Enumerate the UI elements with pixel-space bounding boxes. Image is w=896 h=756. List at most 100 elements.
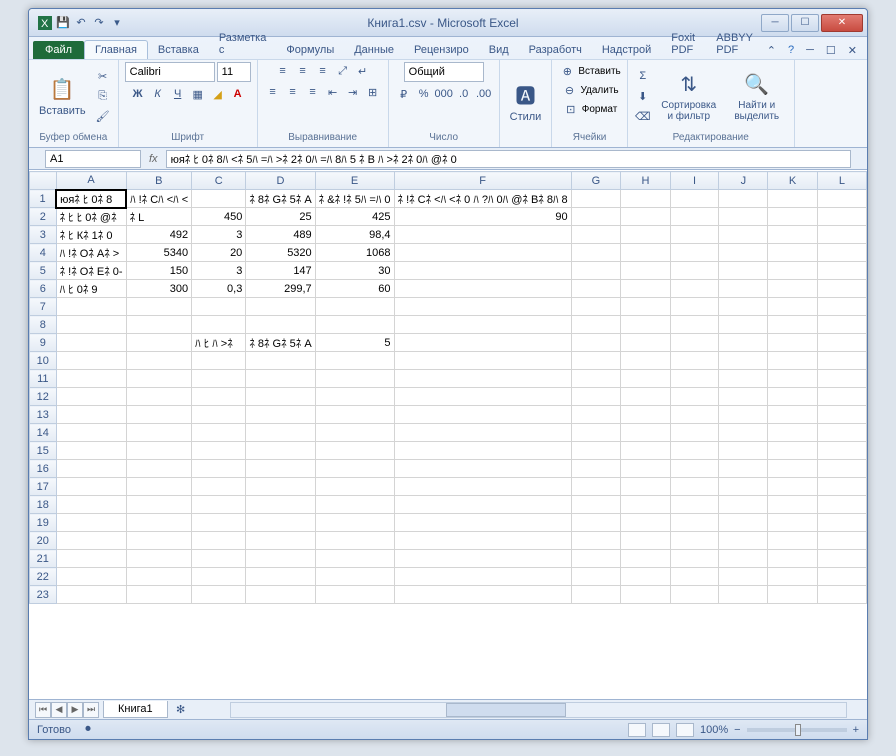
minimize-button[interactable]: ─ [761,14,789,32]
cell-K23[interactable] [768,586,817,604]
cell-J8[interactable] [719,316,768,334]
cell-K13[interactable] [768,406,817,424]
cell-A20[interactable] [56,532,126,550]
cell-K17[interactable] [768,478,817,496]
cell-A3[interactable]: ﾈ ﾋ Кﾈ 1ﾈ 0 [56,226,126,244]
cell-B9[interactable] [126,334,192,352]
cell-J12[interactable] [719,388,768,406]
cell-H17[interactable] [621,478,670,496]
cell-D12[interactable] [246,388,315,406]
cell-A13[interactable] [56,406,126,424]
cell-D19[interactable] [246,514,315,532]
cell-G22[interactable] [571,568,621,586]
worksheet-grid[interactable]: ABCDEFGHIJKL1юяﾈ ﾋ 0ﾈ 8ﾊ !ﾈ Сﾊ <ﾊ <ﾈ 8ﾈ … [29,171,867,699]
cell-K14[interactable] [768,424,817,442]
cell-K11[interactable] [768,370,817,388]
cell-I8[interactable] [670,316,719,334]
cell-I9[interactable] [670,334,719,352]
cell-L15[interactable] [817,442,866,460]
cell-A21[interactable] [56,550,126,568]
qat-more-icon[interactable]: ▾ [109,15,125,31]
cell-K3[interactable] [768,226,817,244]
cell-I22[interactable] [670,568,719,586]
sheet-nav-prev[interactable]: ◀ [51,702,67,718]
cell-H16[interactable] [621,460,670,478]
cell-F14[interactable] [394,424,571,442]
indent-dec-icon[interactable]: ⇤ [324,83,342,101]
cell-D4[interactable]: 5320 [246,244,315,262]
tab-foxit[interactable]: Foxit PDF [661,29,706,59]
cut-icon[interactable]: ✂ [94,67,112,85]
cell-K9[interactable] [768,334,817,352]
row-header-8[interactable]: 8 [30,316,57,334]
undo-icon[interactable]: ↶ [73,15,89,31]
cell-F2[interactable]: 90 [394,208,571,226]
zoom-out-icon[interactable]: − [734,724,740,736]
cell-I7[interactable] [670,298,719,316]
cell-G16[interactable] [571,460,621,478]
name-box[interactable]: A1 [45,150,141,168]
cell-J7[interactable] [719,298,768,316]
cell-F11[interactable] [394,370,571,388]
cell-A12[interactable] [56,388,126,406]
col-header-D[interactable]: D [246,172,315,190]
cell-G19[interactable] [571,514,621,532]
currency-icon[interactable]: ₽ [395,85,413,103]
cell-F18[interactable] [394,496,571,514]
tab-dev[interactable]: Разработч [519,41,592,59]
align-center-icon[interactable]: ≡ [284,83,302,101]
cell-L21[interactable] [817,550,866,568]
cell-G7[interactable] [571,298,621,316]
cell-J15[interactable] [719,442,768,460]
cell-J20[interactable] [719,532,768,550]
sheet-tab[interactable]: Книга1 [103,701,168,718]
cell-D9[interactable]: ﾈ 8ﾈ Gﾈ 5ﾈ A [246,334,315,352]
cell-H23[interactable] [621,586,670,604]
cell-D13[interactable] [246,406,315,424]
cell-G5[interactable] [571,262,621,280]
cell-B5[interactable]: 150 [126,262,192,280]
bold-button[interactable]: Ж [129,85,147,103]
doc-min-icon[interactable]: ─ [802,42,818,59]
cell-C5[interactable]: 3 [192,262,246,280]
insert-cells-icon[interactable]: ⊕ [558,62,576,80]
cell-K4[interactable] [768,244,817,262]
cell-J22[interactable] [719,568,768,586]
cell-H9[interactable] [621,334,670,352]
cell-E17[interactable] [315,478,394,496]
cell-C11[interactable] [192,370,246,388]
cell-K22[interactable] [768,568,817,586]
cell-A4[interactable]: ﾊ !ﾈ Оﾈ Aﾈ > [56,244,126,262]
cell-J21[interactable] [719,550,768,568]
tab-addins[interactable]: Надстрой [592,41,661,59]
row-header-12[interactable]: 12 [30,388,57,406]
col-header-F[interactable]: F [394,172,571,190]
cell-J2[interactable] [719,208,768,226]
cell-J11[interactable] [719,370,768,388]
cell-H19[interactable] [621,514,670,532]
cell-F10[interactable] [394,352,571,370]
styles-button[interactable]: 🅰 Стили [506,79,546,125]
cell-J23[interactable] [719,586,768,604]
cell-G23[interactable] [571,586,621,604]
cell-I6[interactable] [670,280,719,298]
cell-A2[interactable]: ﾈ ﾋ ﾋ 0ﾈ @ﾈ [56,208,126,226]
cell-H15[interactable] [621,442,670,460]
cell-C20[interactable] [192,532,246,550]
find-select-button[interactable]: 🔍 Найти и выделить [726,68,788,124]
row-header-7[interactable]: 7 [30,298,57,316]
cell-C21[interactable] [192,550,246,568]
cell-L16[interactable] [817,460,866,478]
cell-K20[interactable] [768,532,817,550]
cell-F16[interactable] [394,460,571,478]
cell-L14[interactable] [817,424,866,442]
cell-L2[interactable] [817,208,866,226]
autosum-icon[interactable]: Σ [634,67,652,85]
cell-D20[interactable] [246,532,315,550]
cell-B14[interactable] [126,424,192,442]
cell-L1[interactable] [817,190,866,208]
cell-L13[interactable] [817,406,866,424]
cell-E18[interactable] [315,496,394,514]
cell-F7[interactable] [394,298,571,316]
cell-E19[interactable] [315,514,394,532]
